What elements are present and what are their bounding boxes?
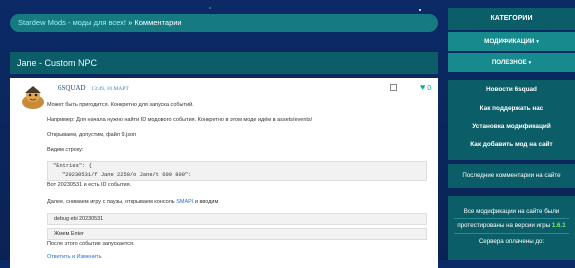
menu-item-mods-label: МОДИФИКАЦИИ — [484, 38, 535, 45]
caret-down-icon: ▾ — [536, 39, 539, 45]
enter-box: Жмем Enter — [47, 228, 427, 240]
sidebar-link-install[interactable]: Установка модификаций — [448, 123, 575, 130]
divider — [454, 233, 569, 234]
sidebar-link-news[interactable]: Новости 6squad — [448, 86, 575, 93]
comment-after-code: Вот 20230531 и есть ID события. — [47, 182, 132, 188]
command-box: debug ebi 20230531 — [47, 213, 427, 225]
breadcrumb-current: Комментарии — [134, 18, 182, 27]
menu-item-useful-label: ПОЛЕЗНОЕ — [491, 59, 527, 66]
sidebar-link-support[interactable]: Как поддержать нас — [448, 105, 575, 112]
categories-title: КАТЕГОРИИ — [448, 8, 575, 30]
notice-line-2: протестированы на версии игры 1.6.1 — [448, 222, 575, 229]
notice-line-3: Сервера оплачены до: — [478, 238, 545, 245]
comment-author: 6SQUAD 13:49, 10 МАРТ — [58, 84, 129, 92]
code-line-2: "20230531/f Jane 2250/o Jane/t 600 800": — [62, 172, 192, 178]
breadcrumb-separator: » — [128, 18, 133, 27]
like-count: 0 — [427, 85, 432, 92]
code-block: "Entries": { "20230531/f Jane 2250/o Jan… — [47, 161, 427, 181]
comment-final: После этого событие запускается. — [47, 241, 135, 247]
menu-item-mods[interactable]: МОДИФИКАЦИИ ▾ — [448, 32, 575, 51]
comment-line-3: Открываем, допустим, файл 9.json — [47, 132, 137, 138]
comment-time: 13:49, 10 МАРТ — [91, 86, 129, 92]
sidebar-links: Новости 6squad Как поддержать нас Устано… — [448, 80, 575, 160]
comment-select-checkbox[interactable] — [390, 84, 397, 91]
author-name[interactable]: 6SQUAD — [58, 84, 86, 92]
smapi-link[interactable]: SMAPI — [176, 199, 193, 205]
like-button[interactable]: ♥ 0 — [420, 82, 431, 92]
comment-smapi-line: Далее, снимаем игру с паузы, открываем к… — [47, 199, 218, 205]
post-title-bar: Jane - Custom NPC — [10, 52, 438, 74]
code-line-1: "Entries": { — [53, 163, 92, 169]
version-notice: Все модификации на сайте были протестиро… — [448, 196, 575, 260]
comment-line-2: Например: Для начала нужно найти ID модо… — [47, 117, 313, 123]
notice-line-2-text: протестированы на версии игры — [457, 222, 551, 229]
smapi-text-post: и вводим — [194, 199, 219, 205]
breadcrumb: Stardew Mods - моды для всех! » Коммента… — [10, 14, 438, 32]
smapi-text-pre: Далее, снимаем игру с паузы, открываем к… — [47, 199, 175, 205]
notice-line-1: Все модификации на сайте были — [463, 208, 560, 215]
sidebar-link-add-mod[interactable]: Как добавить мод на сайт — [448, 141, 575, 148]
comment-line-4: Видим строку: — [47, 147, 84, 153]
latest-comments-link[interactable]: Последние комментарии на сайте — [448, 164, 575, 188]
comment-line-1: Может быть пригодится. Конкретно для зап… — [47, 102, 194, 108]
reply-edit-link[interactable]: Ответить и Изменить — [47, 254, 101, 260]
breadcrumb-home-link[interactable]: Stardew Mods - моды для всех! — [18, 18, 126, 27]
game-version: 1.6.1 — [551, 222, 566, 229]
heart-icon: ♥ — [420, 82, 426, 92]
divider — [454, 218, 569, 219]
caret-down-icon: ▾ — [528, 60, 532, 66]
comment-card: 6SQUAD 13:49, 10 МАРТ ♥ 0 Может быть при… — [10, 78, 438, 268]
menu-item-useful[interactable]: ПОЛЕЗНОЕ ▾ — [448, 53, 575, 72]
avatar[interactable] — [18, 84, 48, 110]
post-title[interactable]: Jane - Custom NPC — [17, 58, 97, 68]
